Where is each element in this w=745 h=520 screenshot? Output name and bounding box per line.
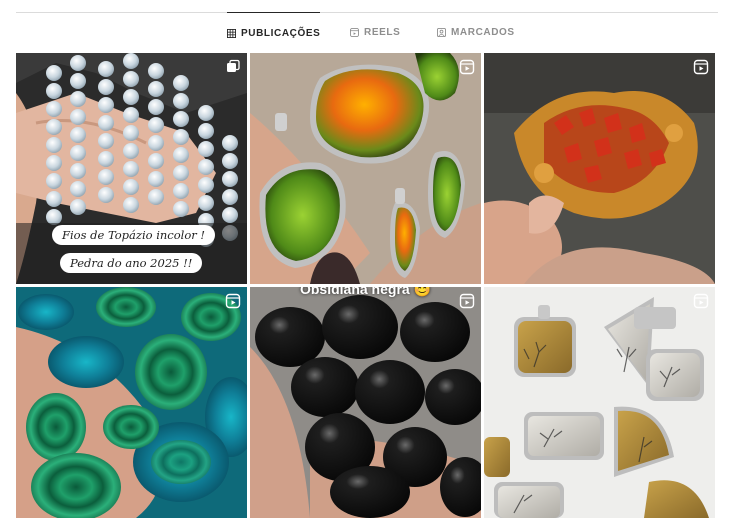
tab-reels-label: REELS bbox=[364, 26, 401, 38]
carousel-icon bbox=[225, 59, 241, 75]
tab-reels[interactable]: REELS bbox=[350, 12, 400, 52]
post-tile[interactable] bbox=[484, 287, 715, 518]
profile-tabs: PUBLICAÇÕES REELS MARCADOS bbox=[0, 12, 745, 52]
reel-icon bbox=[693, 293, 709, 309]
tagged-icon bbox=[437, 27, 446, 37]
tab-publicacoes-label: PUBLICAÇÕES bbox=[241, 27, 321, 39]
grid-icon bbox=[227, 28, 236, 38]
post-image-malachite bbox=[16, 287, 247, 518]
reel-icon bbox=[693, 59, 709, 75]
post-image-ammolite bbox=[250, 53, 481, 284]
post-image-vanadinite bbox=[484, 53, 715, 284]
post-overlay-text: Obsidiana negra 😊 bbox=[299, 287, 432, 297]
post-caption: Fios de Topázio incolor ! bbox=[52, 225, 216, 245]
post-image-dendritic-agate bbox=[484, 287, 715, 518]
tab-publicacoes[interactable]: PUBLICAÇÕES bbox=[227, 12, 321, 53]
post-tile[interactable] bbox=[250, 53, 481, 284]
post-caption: Pedra do ano 2025 !! bbox=[60, 253, 203, 273]
post-tile[interactable] bbox=[16, 287, 247, 518]
post-tile[interactable]: Obsidiana negra 😊 bbox=[250, 287, 481, 518]
post-image-obsidian bbox=[250, 287, 481, 518]
post-tile[interactable] bbox=[484, 53, 715, 284]
post-image-topaz bbox=[16, 53, 247, 284]
reel-icon bbox=[459, 59, 475, 75]
posts-grid: Fios de Topázio incolor ! Pedra do ano 2… bbox=[16, 53, 716, 518]
reel-icon bbox=[459, 293, 475, 309]
reels-icon bbox=[350, 27, 359, 37]
reel-icon bbox=[225, 293, 241, 309]
tab-marcados[interactable]: MARCADOS bbox=[437, 12, 515, 52]
post-tile[interactable]: Fios de Topázio incolor ! Pedra do ano 2… bbox=[16, 53, 247, 284]
tab-marcados-label: MARCADOS bbox=[451, 26, 515, 38]
